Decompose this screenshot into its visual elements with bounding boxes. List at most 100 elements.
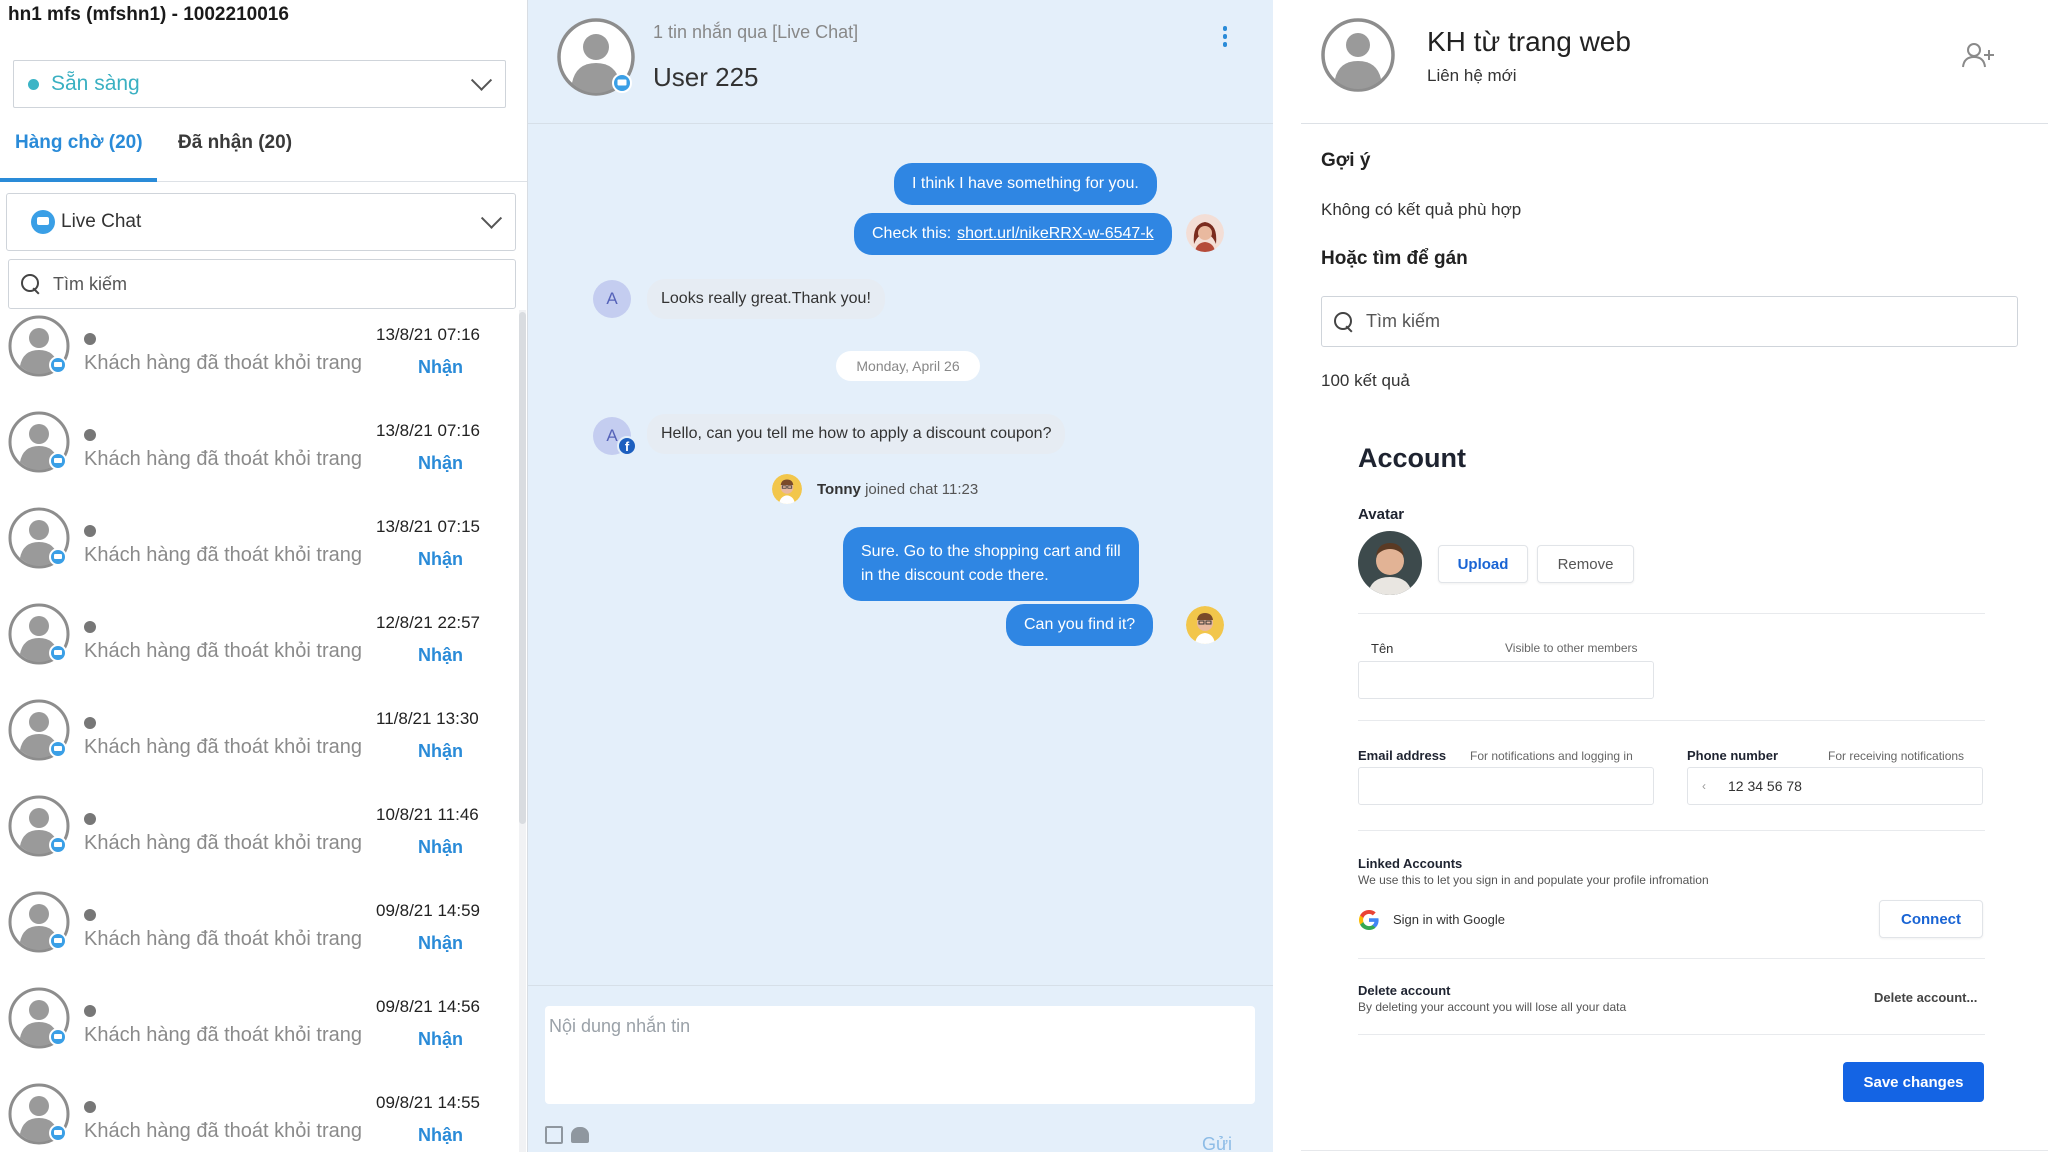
message-text: Can you find it? [1024, 616, 1136, 633]
incoming-message: Hello, can you tell me how to apply a di… [647, 414, 1066, 454]
remove-button[interactable]: Remove [1537, 545, 1634, 583]
accept-conversation-link[interactable]: Nhận [418, 1029, 463, 1050]
add-user-icon[interactable] [1961, 42, 1995, 68]
delete-account-link[interactable]: Delete account... [1874, 990, 1977, 1005]
upload-button[interactable]: Upload [1438, 545, 1528, 583]
conversation-item[interactable]: Khách hàng đã thoát khỏi trang 09/8/21 1… [0, 888, 515, 984]
search-icon [19, 272, 43, 296]
tab-received[interactable]: Đã nhận (20) [178, 132, 292, 154]
accept-conversation-link[interactable]: Nhận [418, 1125, 463, 1146]
conversation-time: 09/8/21 14:56 [376, 997, 480, 1016]
divider [1301, 1150, 2048, 1151]
google-icon [1359, 910, 1379, 930]
conversation-item[interactable]: Khách hàng đã thoát khỏi trang 09/8/21 1… [0, 984, 515, 1080]
conversation-sidebar: hn1 mfs (mfshn1) - 1002210016 Sẵn sàng H… [0, 0, 527, 1152]
composer-divider [527, 985, 1273, 986]
channel-select[interactable]: Live Chat [6, 193, 516, 251]
conversation-message: Khách hàng đã thoát khỏi trang [84, 832, 362, 854]
conversation-time: 13/8/21 07:15 [376, 517, 480, 536]
conversation-search [8, 259, 516, 309]
name-input[interactable] [1358, 661, 1654, 699]
customer-avatar: A [593, 280, 631, 318]
conversation-item[interactable]: Khách hàng đã thoát khỏi trang 13/8/21 0… [0, 408, 515, 504]
divider [1358, 720, 1985, 721]
join-notice: Tonny joined chat 11:23 [817, 481, 978, 498]
country-code-selector[interactable]: ‹ [1702, 779, 1722, 793]
conversation-message: Khách hàng đã thoát khỏi trang [84, 1120, 362, 1142]
linked-accounts-hint: We use this to let you sign in and popul… [1358, 873, 1709, 887]
save-changes-button[interactable]: Save changes [1843, 1062, 1984, 1102]
connect-button[interactable]: Connect [1879, 900, 1983, 938]
message-text-line-1: Sure. Go to the shopping cart and fill [861, 543, 1121, 560]
conversation-item[interactable]: Khách hàng đã thoát khỏi trang 13/8/21 0… [0, 504, 515, 600]
conversation-message: Khách hàng đã thoát khỏi trang [84, 640, 362, 662]
unread-dot [84, 1005, 96, 1017]
conversation-item[interactable]: Khách hàng đã thoát khỏi trang 10/8/21 1… [0, 792, 515, 888]
contact-subtitle: Liên hệ mới [1427, 66, 1517, 85]
message-link[interactable]: short.url/nikeRRX-w-6547-k [957, 225, 1154, 243]
conversation-item[interactable]: Khách hàng đã thoát khỏi trang 11/8/21 1… [0, 696, 515, 792]
name-hint: Visible to other members [1505, 641, 1638, 655]
phone-value: 12 34 56 78 [1728, 778, 1802, 794]
search-icon [1332, 310, 1356, 334]
conversation-time: 09/8/21 14:59 [376, 901, 480, 920]
result-count: 100 kết quả [1321, 371, 1410, 390]
unread-dot [84, 813, 96, 825]
user-avatar-icon [8, 315, 70, 377]
name-label: Tên [1371, 641, 1394, 656]
chevron-down-icon [480, 207, 503, 229]
conversation-message: Khách hàng đã thoát khỏi trang [84, 1024, 362, 1046]
date-separator: Monday, April 26 [836, 351, 980, 381]
accept-conversation-link[interactable]: Nhận [418, 645, 463, 666]
android-icon[interactable] [571, 1127, 589, 1143]
status-select[interactable]: Sẵn sàng [13, 60, 506, 108]
date-separator-text: Monday, April 26 [856, 358, 960, 374]
unread-dot [84, 429, 96, 441]
send-button[interactable]: Gửi [1202, 1134, 1232, 1152]
conversation-message: Khách hàng đã thoát khỏi trang [84, 448, 362, 470]
chat-subtitle: 1 tin nhắn qua [Live Chat] [653, 22, 859, 42]
conversation-item[interactable]: Khách hàng đã thoát khỏi trang 09/8/21 1… [0, 1080, 515, 1152]
conversation-time: 13/8/21 07:16 [376, 325, 480, 344]
delete-account-title: Delete account [1358, 983, 1451, 998]
conversation-time: 09/8/21 14:55 [376, 1093, 480, 1112]
conversation-message: Khách hàng đã thoát khỏi trang [84, 544, 362, 566]
live-chat-icon [31, 210, 55, 234]
facebook-icon: f [617, 436, 637, 456]
user-avatar-icon [8, 411, 70, 473]
accept-conversation-link[interactable]: Nhận [418, 741, 463, 762]
conversation-search-input[interactable] [53, 273, 493, 295]
accept-conversation-link[interactable]: Nhận [418, 933, 463, 954]
kebab-menu-icon[interactable] [1221, 26, 1229, 50]
message-composer[interactable] [545, 1006, 1255, 1104]
accept-conversation-link[interactable]: Nhận [418, 453, 463, 474]
tab-queue[interactable]: Hàng chờ (20) [15, 132, 143, 154]
outgoing-message: Can you find it? [1006, 604, 1154, 646]
unread-dot [84, 525, 96, 537]
user-avatar-icon [8, 795, 70, 857]
conversation-item[interactable]: Khách hàng đã thoát khỏi trang 12/8/21 2… [0, 600, 515, 696]
accept-conversation-link[interactable]: Nhận [418, 549, 463, 570]
unread-dot [84, 621, 96, 633]
phone-input[interactable]: ‹ 12 34 56 78 [1687, 767, 1983, 805]
divider [1358, 958, 1985, 959]
scrollbar-thumb[interactable] [519, 312, 526, 824]
image-icon[interactable] [545, 1126, 563, 1144]
conversation-item[interactable]: Khách hàng đã thoát khỏi trang 13/8/21 0… [0, 312, 515, 408]
user-avatar-icon [8, 507, 70, 569]
email-label: Email address [1358, 748, 1447, 763]
unread-dot [84, 333, 96, 345]
contact-name: KH từ trang web [1427, 26, 1631, 57]
accept-conversation-link[interactable]: Nhận [418, 357, 463, 378]
chat-header: 1 tin nhắn qua [Live Chat] User 225 [528, 0, 1273, 124]
contact-search-input[interactable] [1366, 311, 2006, 332]
join-time: 11:23 [941, 481, 979, 498]
suggestions-title: Gợi ý [1321, 150, 1371, 171]
email-input[interactable] [1358, 767, 1654, 805]
account-photo [1358, 531, 1422, 595]
conversation-message: Khách hàng đã thoát khỏi trang [84, 736, 362, 758]
phone-label: Phone number [1687, 748, 1779, 763]
avatar-label: Avatar [1358, 506, 1405, 523]
accept-conversation-link[interactable]: Nhận [418, 837, 463, 858]
account-title: Account [1358, 443, 1466, 473]
